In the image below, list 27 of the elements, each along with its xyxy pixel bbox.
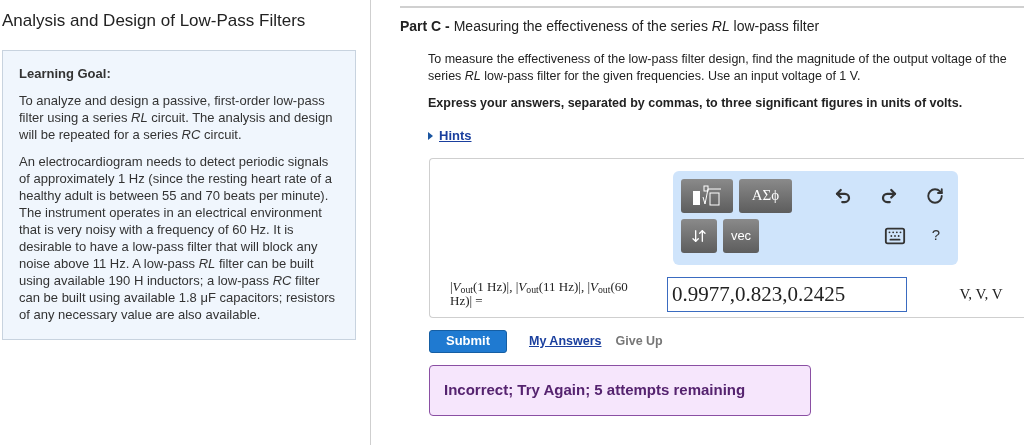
redo-icon[interactable] (880, 186, 898, 205)
feedback-banner: Incorrect; Try Again; 5 attempts remaining (429, 364, 811, 416)
instruction: Express your answers, separated by commas, to three significant figures in units of volts. (428, 95, 964, 112)
part-label: Part C - (400, 18, 450, 34)
answer-prompt: |V$_{out}$(1 Hz)|, |V$_{out}$(11 Hz)|, |V$_{out}$(60 Hz)| = (450, 280, 629, 308)
template-icon (692, 184, 722, 207)
my-answers-link[interactable]: My Answers (529, 331, 602, 351)
vec-button[interactable]: vec (723, 218, 759, 253)
description: To measure the effectiveness of the low-pass filter design, find the magnitude of the output voltage of the series RL low-pass filter for the given frequencies. Use an input voltage of 1 V. (428, 51, 1008, 85)
page-title: Analysis and Design of Low-Pass Filters (2, 10, 307, 32)
sort-button[interactable] (681, 218, 717, 253)
paragraph: An electrocardiogram needs to detect periodic signals of approximately 1 Hz (since the resting heart rate of a healthy adult is between 55 and 70 beats per minute). The instrument operates in an electrical environment that is very noisy with a frequency of 60 Hz. It is desirable to have a low-pass filter that will block any noise above 11 Hz. A low-pass RL filter can be built using available 190 H inductors; a low-pass RC filter can be built using available 1.8 μF capacitors; resistors of any necessary value are also available. (19, 152, 337, 323)
give-up-button[interactable]: Give Up (615, 331, 663, 351)
undo-icon[interactable] (834, 186, 852, 205)
symbols-button[interactable]: ΑΣϕ (739, 178, 792, 213)
units-text: V, V, V (959, 286, 1003, 302)
reset-icon[interactable] (926, 186, 944, 205)
paragraph: To analyze and design a passive, first-order low-pass filter using a series RL circuit. The analysis and design will be repeated for a series RC circuit. (19, 91, 334, 143)
answer-field[interactable]: 0.9977,0.823,0.2425 (667, 276, 907, 312)
template-button[interactable] (681, 178, 733, 213)
arrows-icon (691, 227, 707, 244)
learning-goal-heading: Learning Goal: (19, 64, 112, 82)
hints-link[interactable]: Hints (439, 126, 472, 146)
part-title: Measuring the effectiveness of the series RL low-pass filter (453, 18, 820, 34)
submit-button[interactable]: Submit (429, 329, 507, 353)
help-button[interactable]: ? (931, 224, 940, 247)
caret-icon (428, 131, 433, 140)
